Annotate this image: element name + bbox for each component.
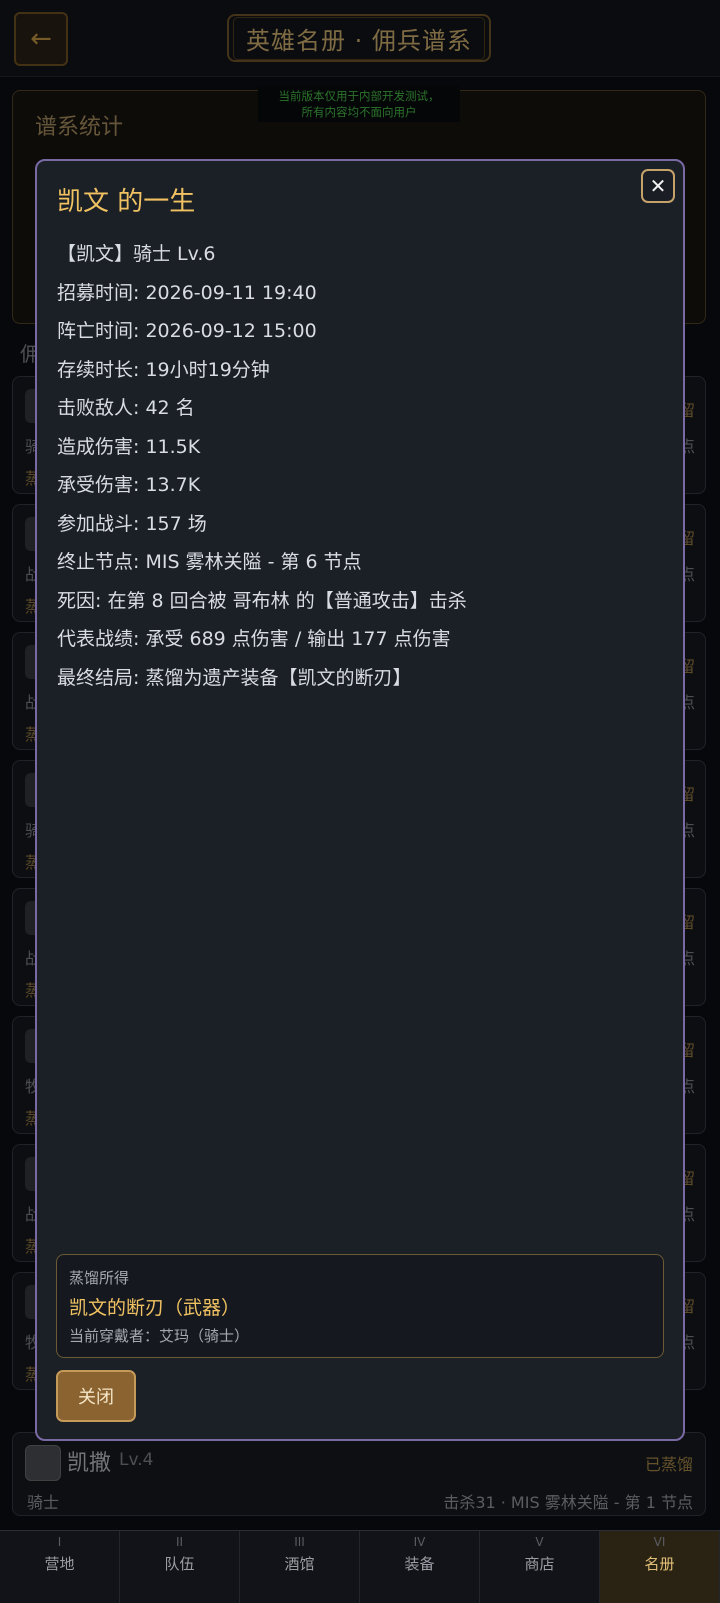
detail-line: 参加战斗: 157 场 <box>57 512 207 535</box>
distill-result-box: 蒸馏所得 凯文的断刃（武器） 当前穿戴者：艾玛（骑士） <box>56 1254 664 1358</box>
detail-line: 终止节点: MIS 雾林关隘 - 第 6 节点 <box>57 551 362 573</box>
nav-numeral: IV <box>413 1535 426 1549</box>
nav-tab-5[interactable]: V 商店 <box>480 1531 600 1603</box>
detail-line: 阵亡时间: 2026-09-12 15:00 <box>57 320 317 342</box>
nav-tab-6[interactable]: VI 名册 <box>600 1531 720 1603</box>
nav-tab-4[interactable]: IV 装备 <box>360 1531 480 1603</box>
nav-label: 商店 <box>524 1555 555 1573</box>
detail-line: 招募时间: 2026-09-11 19:40 <box>57 281 317 304</box>
distill-label: 蒸馏所得 <box>69 1269 130 1287</box>
detail-line: 死因: 在第 8 回合被 哥布林 的【普通攻击】击杀 <box>57 589 467 612</box>
hero-life-dialog: 凯文 的一生 ✕ 【凯文】骑士 Lv.6 招募时间: 2026-09-11 19:… <box>35 159 685 1441</box>
nav-numeral: I <box>57 1535 62 1549</box>
nav-numeral: VI <box>653 1535 666 1549</box>
nav-tab-2[interactable]: II 队伍 <box>120 1531 240 1603</box>
life-details: 【凯文】骑士 Lv.6 招募时间: 2026-09-11 19:40 阵亡时间: 2… <box>57 235 467 697</box>
nav-label: 营地 <box>44 1555 75 1573</box>
distill-item: 凯文的断刃（武器） <box>69 1297 241 1319</box>
detail-line: 存续时长: 19小时19分钟 <box>57 358 270 381</box>
nav-label: 名册 <box>644 1555 675 1573</box>
nav-label: 装备 <box>404 1555 435 1573</box>
detail-line: 【凯文】骑士 Lv.6 <box>57 243 216 265</box>
nav-tab-1[interactable]: I 营地 <box>0 1531 120 1603</box>
bottom-nav: I 营地 II 队伍 III 酒馆 IV 装备 V 商店 VI 名册 <box>0 1530 720 1603</box>
detail-line: 击败敌人: 42 名 <box>57 397 195 419</box>
nav-numeral: II <box>175 1535 184 1549</box>
close-icon[interactable]: ✕ <box>641 169 675 203</box>
detail-line: 最终结局: 蒸馏为遗产装备【凯文的断刃】 <box>57 666 412 689</box>
close-button[interactable]: 关闭 <box>56 1370 136 1422</box>
nav-label: 队伍 <box>164 1555 195 1573</box>
detail-line: 造成伤害: 11.5K <box>57 435 201 458</box>
detail-line: 承受伤害: 13.7K <box>57 474 201 496</box>
nav-numeral: V <box>535 1535 544 1549</box>
distill-wearer: 当前穿戴者：艾玛（骑士） <box>69 1327 250 1345</box>
nav-numeral: III <box>294 1535 305 1549</box>
nav-label: 酒馆 <box>284 1555 315 1573</box>
nav-tab-3[interactable]: III 酒馆 <box>240 1531 360 1603</box>
detail-line: 代表战绩: 承受 689 点伤害 / 输出 177 点伤害 <box>57 628 451 650</box>
dialog-title: 凯文 的一生 <box>57 187 196 217</box>
